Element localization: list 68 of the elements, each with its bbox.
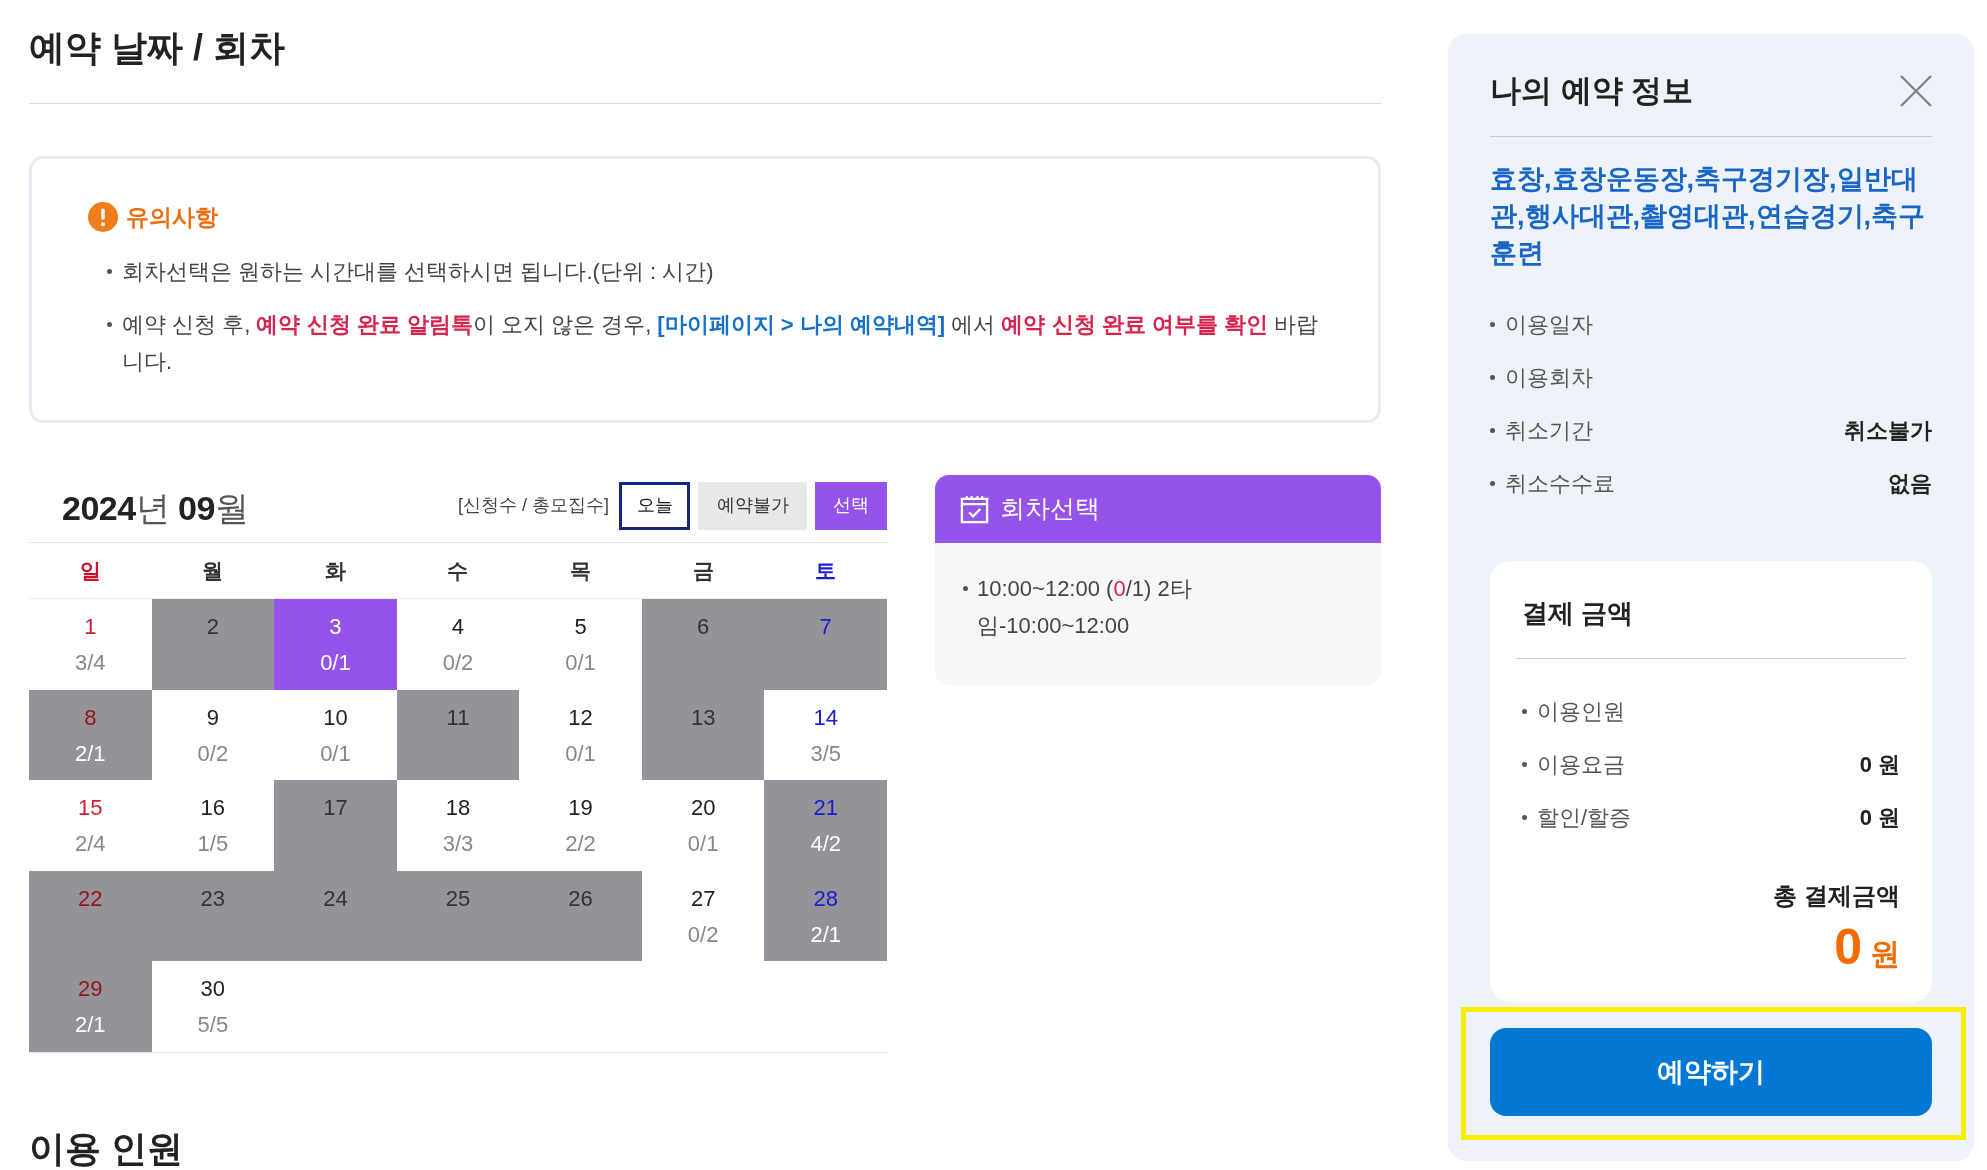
calendar-day: 13: [641, 689, 765, 780]
calendar-day[interactable]: 3 0/1: [274, 599, 397, 690]
notice-text: 회차선택은 원하는 시간대를 선택하시면 됩니다.(단위 : 시간): [122, 258, 714, 286]
calendar-day: 6: [641, 599, 765, 690]
calendar-day: 2: [151, 599, 275, 690]
detail-label: 취소수수료: [1505, 470, 1615, 498]
detail-label: 이용일자: [1505, 311, 1593, 339]
exclamation-icon: [88, 202, 118, 232]
mypage-link[interactable]: [마이페이지 > 나의 예약내역]: [657, 312, 946, 337]
payment-label: 이용인원: [1537, 698, 1625, 726]
payment-label: 할인/할증: [1537, 804, 1632, 832]
panel-title: 나의 예약 정보: [1490, 72, 1694, 110]
bullet-icon: [1522, 762, 1527, 767]
payment-label: 이용요금: [1537, 751, 1625, 779]
bullet-icon: [1490, 322, 1495, 327]
session-title: 회차선택: [1000, 493, 1100, 525]
total-amount: 0: [1834, 918, 1862, 977]
detail-label: 취소기간: [1505, 417, 1593, 445]
detail-value: 없음: [1888, 470, 1932, 498]
calendar-day: 25: [396, 870, 520, 961]
weekday-label: 월: [201, 557, 225, 584]
bullet-icon: [963, 586, 968, 591]
calendar-month-title: 2024년 09월: [62, 488, 249, 529]
session-option[interactable]: 10:00~12:00 (0/1) 2타임-10:00~12:00: [977, 570, 1203, 644]
legend-item: 예약불가: [698, 481, 807, 530]
bullet-icon: [1522, 815, 1527, 820]
calendar-day: 28 2/1: [764, 870, 887, 961]
notice-text: 예약 신청 후, 예약 신청 완료 알림톡이 오지 않은 경우, [마이페이지 > 나의 예약내역] 에서 예약 신청 완료 여부를 확인 바랍니다.: [122, 311, 1319, 376]
calendar-day: 17: [274, 780, 397, 871]
legend-item: 오늘: [619, 481, 690, 530]
close-icon: [1900, 75, 1932, 107]
calendar-day: 23: [151, 870, 275, 961]
calendar-check-icon: [959, 493, 990, 525]
bullet-icon: [1490, 375, 1495, 380]
legend-label: [신청수 / 총모집수]: [458, 494, 609, 517]
payment-title: 결제 금액: [1521, 597, 1635, 630]
section-title: 이용 인원: [29, 1126, 184, 1170]
total-label: 총 결제금액: [1773, 882, 1900, 909]
payment-value: 0 원: [1859, 751, 1900, 779]
facility-name: 효창,효창운동장,축구경기장,일반대관,행사대관,촬영대관,연습경기,축구훈련: [1490, 163, 1926, 270]
detail-label: 이용회차: [1505, 364, 1593, 392]
bullet-icon: [1522, 709, 1527, 714]
calendar-day: 11: [396, 689, 520, 780]
notice-title: 유의사항: [126, 203, 218, 232]
calendar-day: 7: [764, 599, 887, 690]
section-title: 예약 날짜 / 회차: [29, 26, 286, 69]
weekday-label: 토: [814, 557, 838, 584]
weekday-label: 수: [446, 557, 470, 584]
calendar-day: 24: [274, 870, 397, 961]
calendar-day: 21 4/2: [764, 780, 887, 871]
weekday-label: 금: [691, 557, 715, 584]
calendar-day: 8 2/1: [29, 689, 152, 780]
bullet-icon: [1490, 428, 1495, 433]
currency-unit: 원: [1870, 936, 1900, 972]
reserve-button[interactable]: 예약하기: [1490, 1028, 1932, 1116]
detail-value: 취소불가: [1844, 417, 1932, 445]
calendar-day: 22: [29, 870, 152, 961]
bullet-icon: [107, 269, 112, 274]
bullet-icon: [107, 322, 112, 327]
close-button[interactable]: [1900, 75, 1932, 107]
calendar-day: 29 2/1: [29, 961, 152, 1052]
weekday-label: 목: [569, 557, 593, 584]
weekday-label: 화: [323, 557, 347, 584]
payment-value: 0 원: [1859, 804, 1900, 832]
calendar-day: 26: [519, 870, 642, 961]
bullet-icon: [1490, 481, 1495, 486]
legend-item: 선택: [815, 481, 887, 530]
weekday-label: 일: [78, 557, 102, 584]
